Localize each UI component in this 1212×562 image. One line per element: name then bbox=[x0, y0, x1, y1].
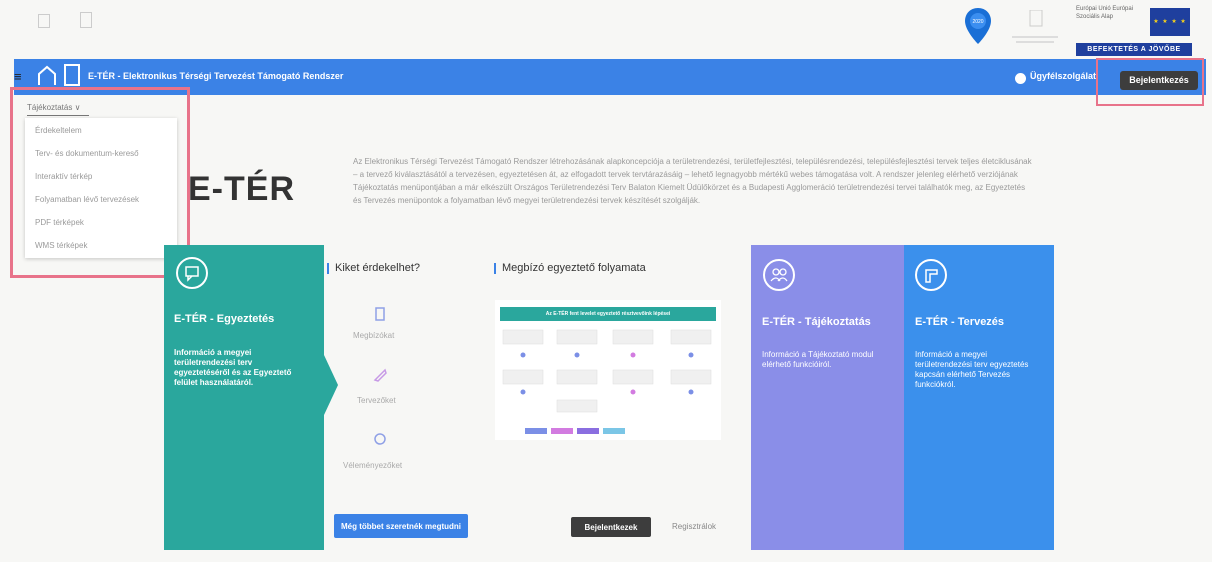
card-egyeztetes-title: E-TÉR - Egyeztetés bbox=[174, 313, 275, 325]
client-icon bbox=[373, 307, 387, 321]
eu-text: Európai Unió Európai Szociális Alap bbox=[1076, 6, 1134, 20]
svg-text:2020: 2020 bbox=[972, 19, 983, 25]
who-item-velemenyezoket: Véleményezőket bbox=[343, 461, 403, 470]
who-item-tervezoket: Tervezőket bbox=[357, 396, 396, 405]
ministry-emblem-icon bbox=[1010, 9, 1060, 46]
register-link[interactable]: Regisztrálok bbox=[672, 522, 716, 531]
hero-title: E-TÉR bbox=[188, 170, 295, 208]
users-icon bbox=[762, 258, 796, 292]
process-login-button[interactable]: Bejelentkezek bbox=[571, 517, 651, 537]
help-link[interactable]: Ügyfélszolgálat bbox=[1030, 71, 1096, 81]
document-icon[interactable] bbox=[64, 64, 80, 86]
reviewer-icon bbox=[373, 432, 387, 446]
login-highlight-box bbox=[1096, 58, 1204, 106]
eu-slogan-badge: BEFEKTETÉS A JÖVŐBE bbox=[1076, 43, 1192, 56]
hero-text: Az Elektronikus Térségi Tervezést Támoga… bbox=[353, 157, 1032, 205]
section-bar bbox=[327, 263, 329, 274]
who-title: Kiket érdekelhet? bbox=[335, 262, 420, 274]
card-tajekoztatas-desc: Információ a Tájékoztató modul elérhető … bbox=[762, 350, 874, 369]
partner-logo-left bbox=[38, 12, 98, 36]
hamburger-menu-icon[interactable]: ≡ bbox=[14, 70, 22, 84]
card-egyeztetes-desc: Információ a megyei területrendezési ter… bbox=[174, 348, 292, 387]
eu-stars: ★ ★ ★ ★ bbox=[1153, 19, 1187, 25]
process-diagram bbox=[495, 300, 721, 440]
pipe-tool-icon bbox=[914, 258, 948, 292]
card-tervezes-desc: Információ a megyei területrendezési ter… bbox=[915, 350, 1029, 389]
home-icon[interactable] bbox=[36, 65, 58, 87]
designer-icon bbox=[373, 368, 387, 382]
card-tajekoztatas-title: E-TÉR - Tájékoztatás bbox=[762, 316, 871, 328]
process-title: Megbízó egyeztető folyamata bbox=[502, 262, 646, 274]
location-pin-logo-icon: 2020 bbox=[963, 6, 993, 46]
card-tervezes-title: E-TÉR - Tervezés bbox=[915, 316, 1005, 328]
card-arrow bbox=[324, 355, 338, 415]
menu-highlight-box bbox=[10, 87, 190, 278]
help-icon[interactable] bbox=[1015, 73, 1026, 84]
section-bar bbox=[494, 263, 496, 274]
card-egyeztetes[interactable] bbox=[164, 245, 324, 550]
chat-icon bbox=[175, 256, 209, 290]
more-info-button[interactable]: Még többet szeretnék megtudni bbox=[334, 514, 468, 538]
who-item-megbizokat: Megbízókat bbox=[353, 331, 395, 340]
app-title: E-TÉR - Elektronikus Térségi Tervezést T… bbox=[88, 71, 344, 81]
process-diagram-title: Az E-TÉR fent levelet egyeztető résztvev… bbox=[500, 307, 716, 321]
